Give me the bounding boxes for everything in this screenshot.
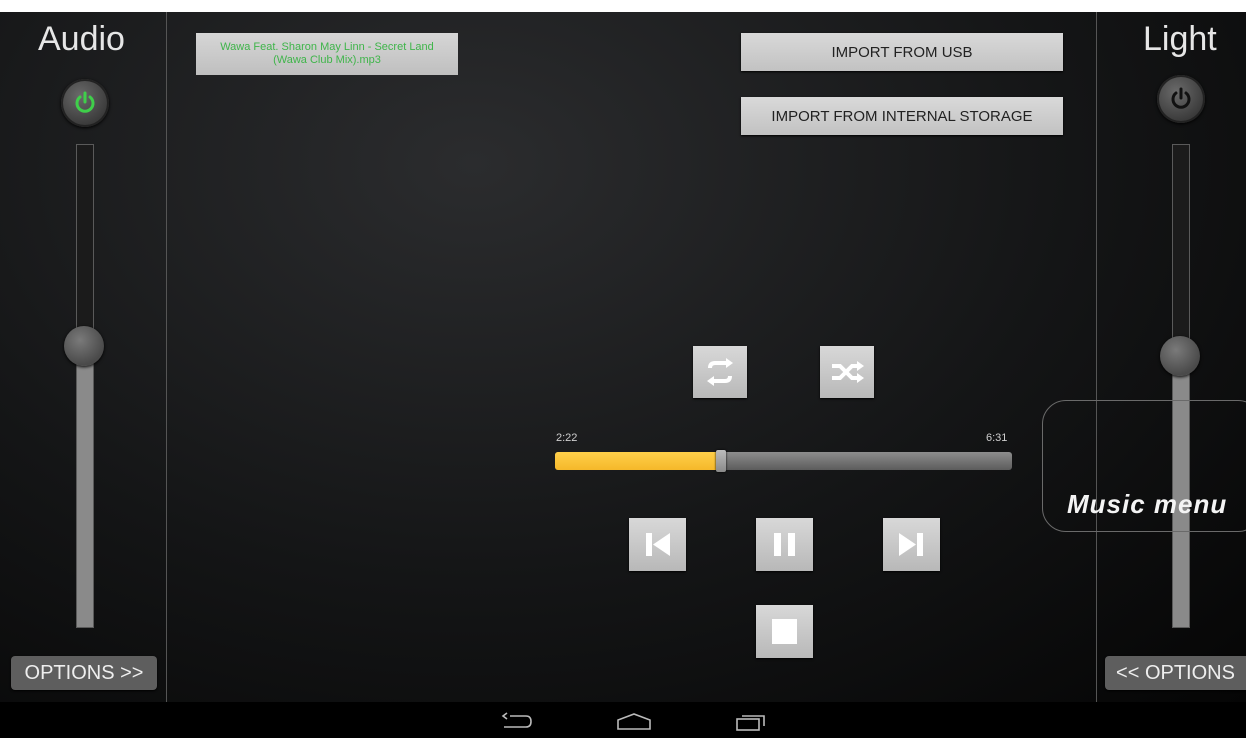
previous-button[interactable] — [629, 518, 686, 571]
light-options-button[interactable]: << OPTIONS — [1105, 656, 1246, 690]
light-level-slider[interactable] — [1172, 144, 1190, 628]
light-title: Light — [1143, 20, 1217, 58]
recent-apps-icon[interactable] — [735, 712, 767, 732]
import-internal-storage-button[interactable]: IMPORT FROM INTERNAL STORAGE — [741, 97, 1063, 135]
stop-icon — [772, 619, 797, 644]
system-navbar — [0, 702, 1246, 738]
light-level-thumb[interactable] — [1160, 336, 1200, 377]
audio-volume-slider[interactable] — [76, 144, 94, 628]
back-icon[interactable] — [500, 712, 534, 732]
pause-button[interactable] — [756, 518, 813, 571]
track-name-label: Wawa Feat. Sharon May Linn - Secret Land… — [220, 41, 434, 66]
previous-icon — [646, 533, 670, 556]
audio-volume-fill — [77, 347, 93, 627]
shuffle-icon — [832, 361, 864, 383]
audio-power-button[interactable] — [61, 79, 109, 127]
import-usb-button[interactable]: IMPORT FROM USB — [741, 33, 1063, 71]
repeat-icon — [707, 358, 733, 386]
home-icon[interactable] — [616, 712, 652, 732]
light-power-button[interactable] — [1157, 75, 1205, 123]
power-icon — [75, 91, 95, 113]
stop-button[interactable] — [756, 605, 813, 658]
elapsed-time: 2:22 — [556, 432, 578, 444]
next-icon — [899, 533, 923, 556]
repeat-button[interactable] — [693, 346, 747, 398]
seek-bar[interactable] — [555, 450, 1012, 472]
music-menu-callout[interactable]: Music menu — [1042, 400, 1246, 532]
total-duration: 6:31 — [986, 432, 1008, 444]
seek-bar-progress — [555, 452, 721, 470]
left-divider — [166, 12, 167, 702]
next-button[interactable] — [883, 518, 940, 571]
top-edge — [0, 0, 1246, 12]
power-icon — [1171, 87, 1191, 109]
track-name-button[interactable]: Wawa Feat. Sharon May Linn - Secret Land… — [196, 33, 458, 75]
audio-options-button[interactable]: OPTIONS >> — [11, 656, 157, 690]
pause-icon — [774, 533, 795, 556]
shuffle-button[interactable] — [820, 346, 874, 398]
music-menu-label: Music menu — [1067, 489, 1228, 519]
audio-title: Audio — [38, 20, 125, 58]
right-divider — [1096, 12, 1097, 702]
seek-bar-thumb[interactable] — [715, 450, 726, 472]
